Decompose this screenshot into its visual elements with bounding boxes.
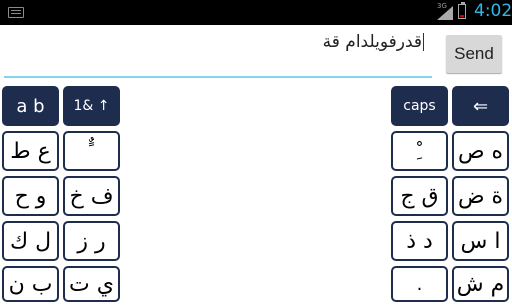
battery-level (460, 15, 464, 17)
message-input[interactable]: قدرفويلدام قة (4, 30, 432, 78)
symbols-mode-key[interactable]: 1& ↑ (63, 86, 120, 126)
input-underline (4, 76, 432, 78)
key[interactable]: م ش (452, 266, 509, 302)
key[interactable]: ق ج (391, 176, 448, 216)
key[interactable]: ٌ ً (63, 131, 120, 171)
caps-key[interactable]: caps (391, 86, 448, 126)
signal-icon (437, 6, 453, 20)
text-cursor (423, 33, 424, 51)
key[interactable]: ِ ْ (391, 131, 448, 171)
key[interactable]: ي ت (63, 266, 120, 302)
send-button[interactable]: Send (446, 35, 502, 73)
message-text-value: قدرفويلدام قة (322, 32, 422, 52)
keyboard-notification-icon (8, 7, 24, 18)
key[interactable]: ب ن (2, 266, 59, 302)
status-bar: 3G 4:02 (0, 0, 512, 25)
key[interactable]: ة ض (452, 176, 509, 216)
key[interactable]: ل ك (2, 221, 59, 261)
message-text: قدرفويلدام قة (323, 32, 424, 52)
letters-mode-key[interactable]: a b (2, 86, 59, 126)
key[interactable]: ر ز (63, 221, 120, 261)
battery-icon (458, 2, 466, 19)
key[interactable]: ع ط (2, 131, 59, 171)
key[interactable]: ف خ (63, 176, 120, 216)
key[interactable]: و ح (2, 176, 59, 216)
key[interactable]: د ذ (391, 221, 448, 261)
clock: 4:02 (474, 1, 512, 21)
key[interactable]: ه ص (452, 131, 509, 171)
backspace-key[interactable]: ⇐ (452, 86, 509, 126)
key[interactable]: ا س (452, 221, 509, 261)
period-key[interactable]: . (391, 266, 448, 302)
